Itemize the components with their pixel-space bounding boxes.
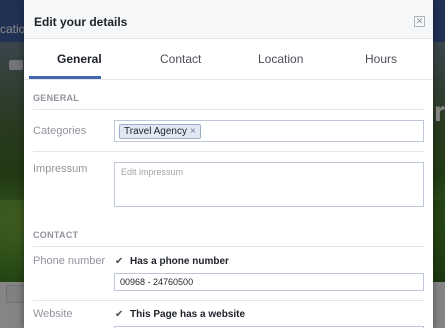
- phone-checkbox[interactable]: ✔: [115, 256, 123, 267]
- tab-contact[interactable]: Contact: [160, 52, 201, 66]
- tab-general[interactable]: General: [57, 52, 102, 66]
- tab-location[interactable]: Location: [258, 52, 303, 66]
- phone-checkbox-label: Has a phone number: [130, 256, 229, 267]
- category-token-label: Travel Agency: [124, 126, 187, 137]
- general-section-header: GENERAL: [33, 93, 80, 103]
- dialog-header: Edit your details ✕: [24, 0, 433, 39]
- tab-hours[interactable]: Hours: [365, 52, 397, 66]
- categories-label: Categories: [33, 125, 87, 137]
- website-label: Website: [33, 308, 73, 320]
- categories-input[interactable]: Travel Agency ×: [114, 120, 424, 142]
- divider: [33, 151, 424, 152]
- website-checkbox-label: This Page has a website: [130, 309, 246, 320]
- divider: [33, 246, 424, 247]
- phone-number-value: 00968 - 24760500: [120, 277, 194, 287]
- close-icon[interactable]: ✕: [414, 16, 425, 27]
- impressum-label: Impressum: [33, 163, 88, 175]
- divider: [33, 300, 424, 301]
- contact-section-header: CONTACT: [33, 230, 79, 240]
- category-token: Travel Agency ×: [119, 124, 201, 139]
- impressum-textarea[interactable]: Edit impressum: [114, 162, 424, 207]
- dialog-title: Edit your details: [34, 15, 128, 29]
- website-checkbox[interactable]: ✔: [115, 309, 123, 320]
- phone-number-input[interactable]: 00968 - 24760500: [114, 273, 424, 291]
- remove-token-icon[interactable]: ×: [190, 126, 196, 137]
- active-tab-indicator: [29, 76, 101, 79]
- divider: [33, 109, 424, 110]
- impressum-placeholder: Edit impressum: [121, 167, 184, 177]
- phone-label: Phone number: [33, 255, 106, 267]
- edit-details-dialog: Edit your details ✕ General Contact Loca…: [24, 0, 433, 328]
- tab-bar: General Contact Location Hours: [24, 39, 433, 80]
